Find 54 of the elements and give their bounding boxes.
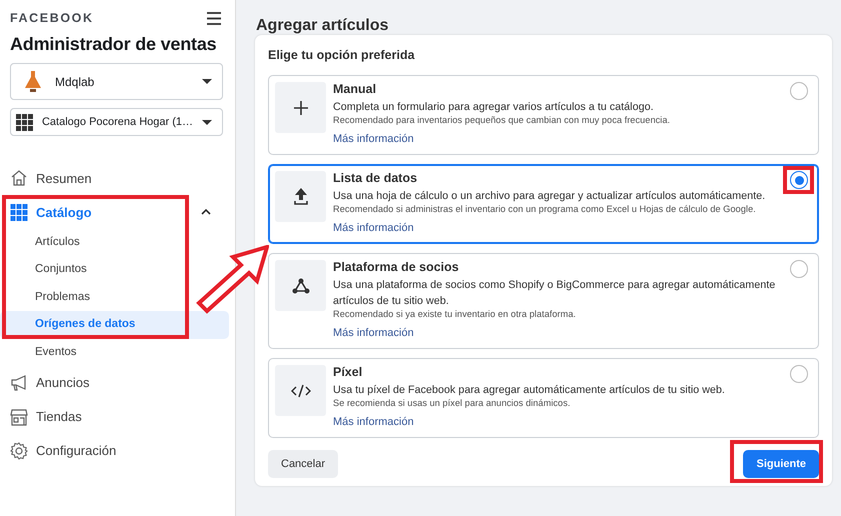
grid-icon	[10, 204, 28, 220]
app-title: Administrador de ventas	[9, 33, 218, 55]
plus-icon	[294, 100, 308, 114]
option-description: Usa una hoja de cálculo o un archivo para agregar y actualizar artículos automáticamente.	[333, 189, 766, 204]
home-icon	[10, 169, 28, 187]
radio-button[interactable]	[790, 365, 808, 383]
nav-item[interactable]: Configuración	[0, 434, 235, 468]
nav-item[interactable]: Tiendas	[0, 400, 235, 434]
caret-icon	[202, 79, 212, 84]
nav-item[interactable]: Catálogo	[0, 195, 235, 229]
more-info-link[interactable]: Más información	[333, 416, 414, 428]
option-description: Usa tu píxel de Facebook para agregar automáticamente artículos de tu sitio web.	[333, 383, 726, 398]
radio-button[interactable]	[790, 260, 808, 278]
brand-logo: FACEBOOK	[10, 11, 94, 25]
option-note: Recomendado si administras el inventario con un programa como Excel u Hojas de cálculo de Google.	[333, 204, 757, 214]
nav-subitem[interactable]: Artículos	[0, 229, 229, 256]
grid-icon	[16, 114, 33, 130]
option-title: Manual	[333, 82, 378, 96]
radio-button[interactable]	[790, 171, 808, 189]
more-info-link[interactable]: Más información	[333, 327, 414, 339]
option-card[interactable]: Píxel Usa tu píxel de Facebook para agregar automáticamente artículos de tu sitio web. Se recomienda si usas un píxel para anuncios dinámicos. Más información	[268, 358, 819, 438]
next-button[interactable]: Siguiente	[743, 450, 819, 478]
megaphone-icon	[10, 374, 28, 391]
more-info-link[interactable]: Más información	[333, 133, 414, 145]
radio-button[interactable]	[790, 82, 808, 100]
card-heading: Elige tu opción preferida	[268, 48, 416, 62]
catalog-dropdown[interactable]: Catalogo Pocorena Hogar (1…	[10, 108, 223, 136]
nav-item[interactable]: Anuncios	[0, 366, 235, 400]
nav-subitem[interactable]: Conjuntos	[0, 256, 229, 284]
option-note: Recomendado si ya existe tu inventario en otra plataforma.	[333, 309, 577, 319]
option-note: Se recomienda si usas un píxel para anuncios dinámicos.	[333, 398, 572, 408]
menu-icon[interactable]	[207, 12, 221, 24]
account-dropdown[interactable]: Mdqlab	[10, 63, 223, 100]
chevron-icon[interactable]	[201, 209, 211, 215]
option-description: Usa una plataforma de socios como Shopify o BigCommerce para agregar automáticamente artículos de tu sitio web.	[333, 278, 776, 309]
nav-subitem[interactable]: Problemas	[0, 284, 229, 312]
option-title: Plataforma de socios	[333, 260, 460, 274]
code-icon	[290, 384, 310, 398]
cancel-button[interactable]: Cancelar	[268, 450, 338, 478]
option-note: Recomendado para inventarios pequeños que cambian con muy poca frecuencia.	[333, 115, 671, 125]
option-card[interactable]	[268, 164, 819, 244]
nav-item[interactable]: Resumen	[0, 161, 235, 195]
nav-subitem[interactable]: Eventos	[0, 338, 229, 366]
more-info-link[interactable]: Más información	[333, 222, 414, 234]
settings-icon	[10, 442, 28, 460]
option-card[interactable]: Manual Completa un formulario para agregar varios artículos a tu catálogo. Recomendado para inventarios pequeños que cambian con muy poca frecuencia. Más información	[268, 75, 819, 155]
option-description: Completa un formulario para agregar varios artículos a tu catálogo.	[333, 100, 654, 115]
nodes-icon	[292, 278, 310, 294]
page-title: Agregar artículos	[255, 16, 390, 35]
upload-icon	[294, 188, 308, 205]
option-title: Lista de datos	[333, 171, 418, 185]
caret-icon	[202, 120, 212, 124]
store-icon	[10, 408, 28, 426]
option-title: Píxel	[333, 365, 364, 379]
